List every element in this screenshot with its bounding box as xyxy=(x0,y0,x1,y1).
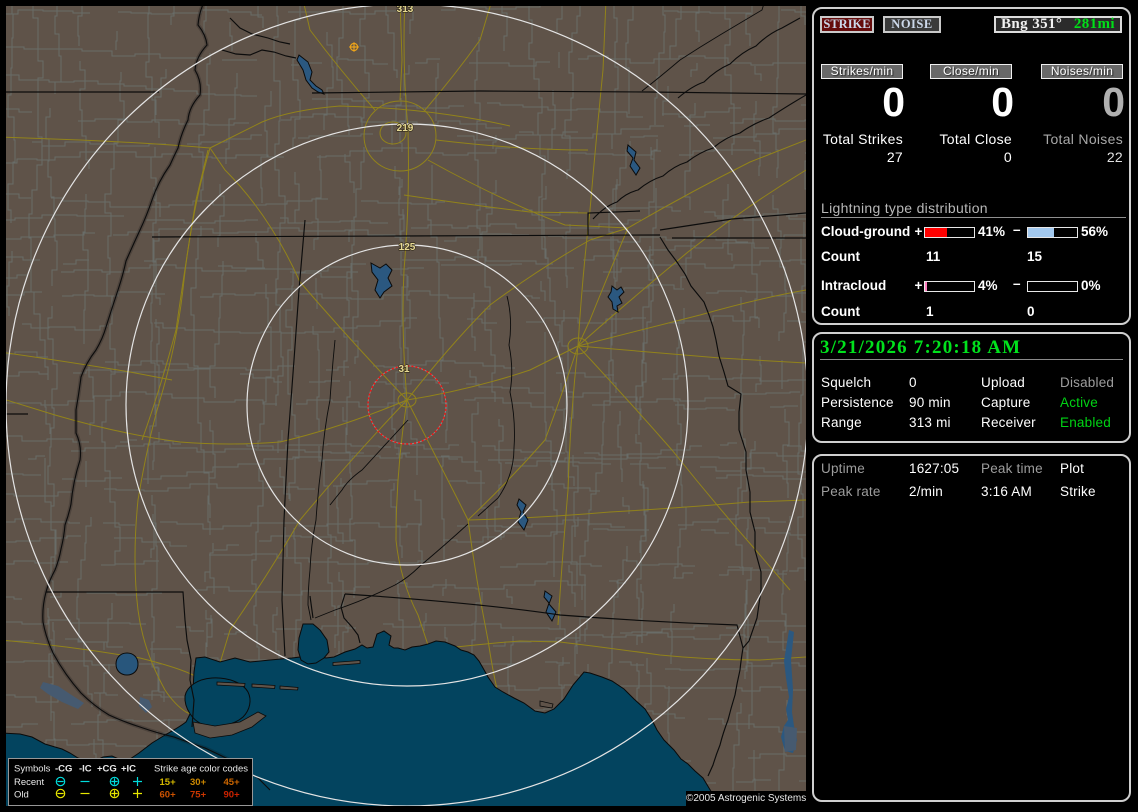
svg-text:125: 125 xyxy=(399,242,416,253)
svg-text:Strike age color codes: Strike age color codes xyxy=(154,764,248,775)
svg-text:75+: 75+ xyxy=(190,790,207,801)
svg-text:31: 31 xyxy=(398,364,410,375)
svg-text:Old: Old xyxy=(14,790,29,801)
svg-text:+IC: +IC xyxy=(121,764,136,775)
svg-text:15+: 15+ xyxy=(160,777,177,788)
svg-text:90+: 90+ xyxy=(224,790,241,801)
svg-text:+CG: +CG xyxy=(97,764,117,775)
svg-text:45+: 45+ xyxy=(224,777,241,788)
svg-text:Symbols: Symbols xyxy=(14,764,51,775)
svg-text:30+: 30+ xyxy=(190,777,207,788)
svg-text:Recent: Recent xyxy=(14,777,44,788)
svg-text:60+: 60+ xyxy=(160,790,177,801)
svg-text:-IC: -IC xyxy=(79,764,92,775)
svg-text:313: 313 xyxy=(397,6,414,15)
svg-text:-CG: -CG xyxy=(55,764,72,775)
svg-text:219: 219 xyxy=(397,123,414,134)
